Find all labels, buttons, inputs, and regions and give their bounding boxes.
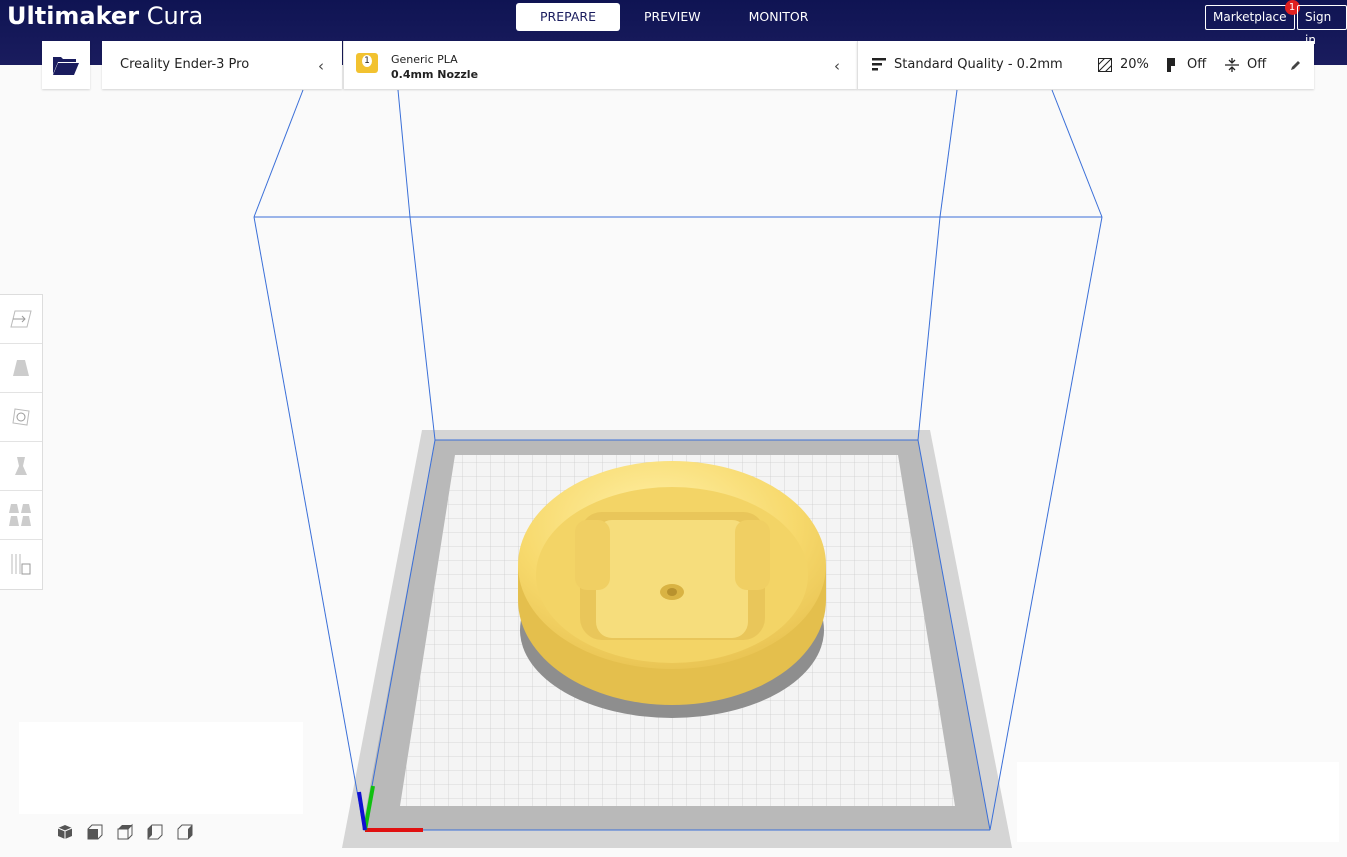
nozzle-size: 0.4mm Nozzle <box>391 68 479 81</box>
tab-prepare[interactable]: PREPARE <box>516 3 620 31</box>
per-model-settings-icon <box>9 504 31 526</box>
view-left-icon[interactable] <box>146 823 164 841</box>
view-3d-icon[interactable] <box>56 823 74 841</box>
rotate-icon <box>12 408 30 426</box>
scale-tool[interactable] <box>0 344 42 393</box>
print-settings-selector[interactable]: Standard Quality - 0.2mm 20% Off Off <box>857 41 1314 89</box>
material-selector[interactable]: 1 Generic PLA 0.4mm Nozzle ‹ <box>343 41 857 89</box>
material-name: Generic PLA <box>391 53 458 66</box>
adhesion-icon <box>1225 58 1239 72</box>
move-icon <box>10 310 32 328</box>
view-orientation-controls <box>56 823 194 841</box>
open-file-button[interactable] <box>42 41 90 89</box>
marketplace-label: Marketplace <box>1213 10 1287 24</box>
move-tool[interactable] <box>0 295 42 344</box>
support-blocker-icon <box>11 554 31 575</box>
stage-tabs: PREPARE PREVIEW MONITOR <box>516 3 832 31</box>
extruder-number: 1 <box>362 55 372 67</box>
chevron-left-icon: ‹ <box>318 57 324 75</box>
marketplace-button[interactable]: Marketplace 1 <box>1205 0 1300 30</box>
adhesion-value: Off <box>1247 57 1267 72</box>
infill-icon <box>1098 58 1112 72</box>
support-value: Off <box>1187 57 1207 72</box>
mirror-tool[interactable] <box>0 442 42 491</box>
model-part[interactable] <box>518 461 826 705</box>
sign-in-button[interactable]: Sign in <box>1297 5 1347 47</box>
object-list-area <box>19 722 303 814</box>
extruder-icon: 1 <box>356 53 378 73</box>
rotate-tool[interactable] <box>0 393 42 442</box>
folder-open-icon <box>53 57 79 75</box>
tool-panel <box>0 294 43 590</box>
action-panel-area <box>1017 762 1339 842</box>
view-top-icon[interactable] <box>116 823 134 841</box>
mirror-icon <box>15 457 27 475</box>
quality-profile: Standard Quality - 0.2mm <box>894 57 1063 72</box>
support-icon <box>1167 58 1175 72</box>
chevron-left-icon: ‹ <box>834 57 840 75</box>
infill-value: 20% <box>1120 57 1149 72</box>
scale-icon <box>13 360 29 376</box>
view-right-icon[interactable] <box>176 823 194 841</box>
app-logo: Ultimaker Cura <box>7 2 204 30</box>
view-front-icon[interactable] <box>86 823 104 841</box>
printer-name: Creality Ender-3 Pro <box>120 57 250 72</box>
pencil-icon <box>1291 61 1300 70</box>
per-model-settings-tool[interactable] <box>0 491 42 540</box>
tab-preview[interactable]: PREVIEW <box>620 3 725 31</box>
support-blocker-tool[interactable] <box>0 540 42 588</box>
quality-icon <box>872 58 886 71</box>
tab-monitor[interactable]: MONITOR <box>725 3 833 31</box>
printer-selector[interactable]: Creality Ender-3 Pro ‹ <box>102 41 342 89</box>
